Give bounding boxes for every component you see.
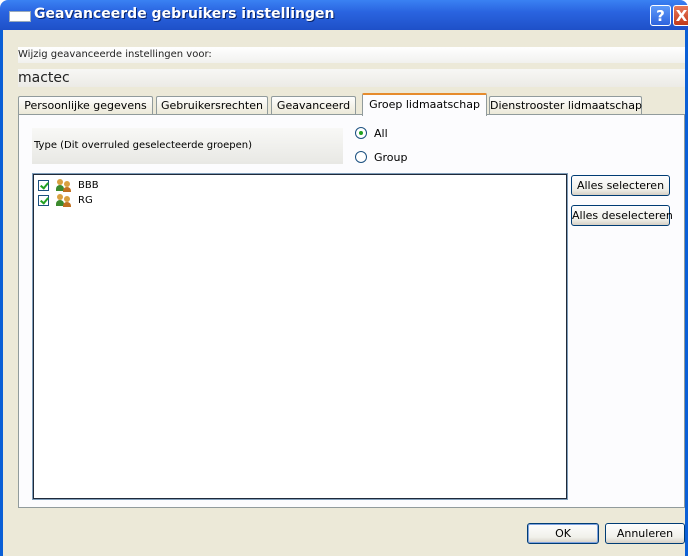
radio-all[interactable]: All [355,125,388,141]
group-label-bbb: BBB [78,179,99,191]
checkbox-rg[interactable] [38,194,49,206]
radio-group-button[interactable] [355,151,367,163]
select-all-button[interactable]: Alles selecteren [571,175,670,196]
cancel-button[interactable]: Annuleren [605,523,685,544]
help-button[interactable]: ? [650,5,671,26]
list-item[interactable]: BBB [38,178,99,192]
tab-dienstrooster-lidmaatschap[interactable]: Dienstrooster lidmaatschap [489,96,642,114]
list-item[interactable]: RG [38,193,93,207]
tab-groep-lidmaatschap[interactable]: Groep lidmaatschap [362,93,487,116]
modify-settings-label: Wijzig geavanceerde instellingen voor: [18,47,685,63]
close-button[interactable]: X [673,5,688,26]
group-icon [56,194,72,207]
type-label: Type (Dit overruled geselecteerde groepe… [32,128,343,164]
group-list[interactable]: BBB RG [32,173,568,500]
radio-all-label: All [374,126,388,140]
window-icon [9,11,31,22]
radio-all-button[interactable] [355,127,367,139]
radio-group-label: Group [374,150,408,164]
window-title: Geavanceerde gebruikers instellingen [34,6,335,22]
user-name: mactec [18,69,685,87]
tab-gebruikersrechten[interactable]: Gebruikersrechten [156,96,268,114]
group-icon [56,179,72,192]
group-label-rg: RG [78,194,93,206]
tab-geavanceerd[interactable]: Geavanceerd [271,96,356,114]
tab-persoonlijke-gegevens[interactable]: Persoonlijke gegevens [18,96,153,114]
checkbox-bbb[interactable] [38,179,49,191]
deselect-all-button[interactable]: Alles deselecteren [571,205,673,226]
dialog-window: Geavanceerde gebruikers instellingen ? X… [0,0,688,556]
ok-button[interactable]: OK [527,523,599,544]
title-bar[interactable]: Geavanceerde gebruikers instellingen ? X [0,0,688,30]
radio-group[interactable]: Group [355,149,408,165]
